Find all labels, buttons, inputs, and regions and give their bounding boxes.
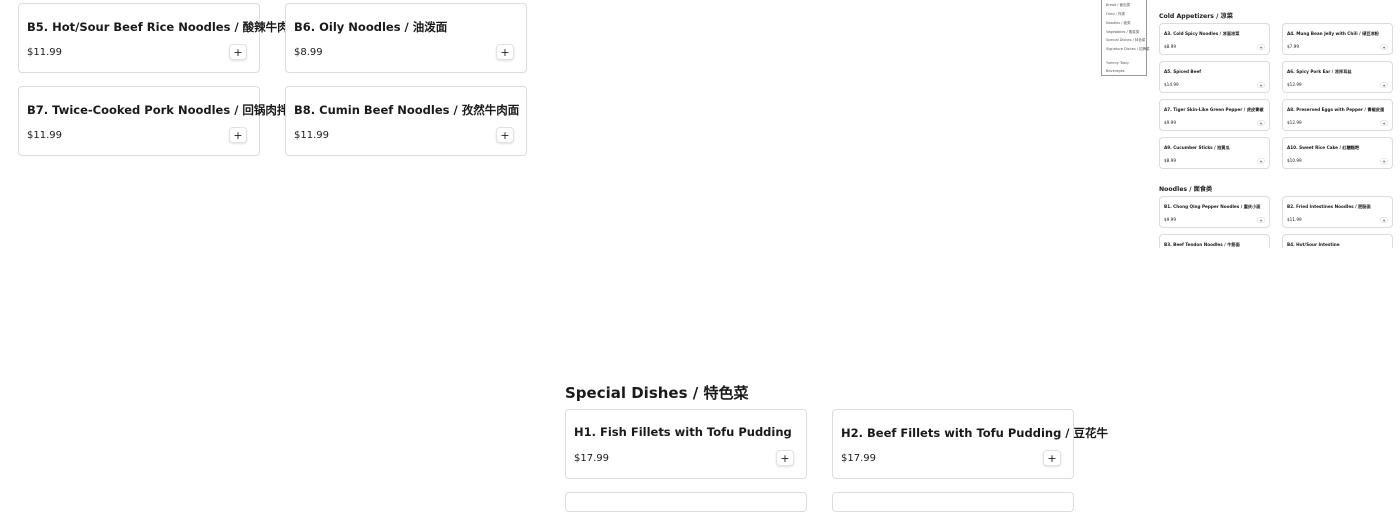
mini-menu-item-card: B3. Beef Tendon Noodles / 牛筋面 [1159,234,1270,248]
mini-menu-item-card: A5. Spiced Beef $14.99 + [1159,61,1270,93]
add-to-cart-button[interactable]: + [1257,217,1265,223]
menu-item-price: $9.99 [1164,120,1176,125]
menu-item-price: $11.99 [1287,217,1302,222]
menu-item-name: B6. Oily Noodles / 油泼面 [294,20,448,34]
menu-item-price: $8.99 [294,47,323,58]
menu-item-price: $14.99 [1164,82,1179,87]
menu-item-card: B8. Cumin Beef Noodles / 孜然牛肉面 $11.99 + [285,86,527,156]
add-to-cart-button[interactable]: + [1257,82,1265,88]
menu-item-name: B5. Hot/Sour Beef Rice Noodles / 酸辣牛肉粉 [27,20,301,34]
menu-item-card: H1. Fish Fillets with Tofu Pudding $17.9… [565,409,807,479]
add-to-cart-button[interactable]: + [229,44,247,60]
add-to-cart-button[interactable]: + [496,127,514,143]
mini-menu-item-card: A7. Tiger Skin-Like Green Pepper / 虎皮青椒 … [1159,99,1270,131]
menu-item-name: B1. Chong Qing Pepper Noodles / 重庆小面 [1164,204,1261,209]
mini-menu-item-card: A6. Spicy Pork Ear / 凉拌耳丝 $12.99 + [1282,61,1393,93]
menu-item-price: $7.99 [1287,44,1299,49]
add-to-cart-button[interactable]: + [1380,158,1388,164]
menu-item-name: B8. Cumin Beef Noodles / 孜然牛肉面 [294,103,520,117]
menu-item-name: A5. Spiced Beef [1164,69,1202,74]
mini-menu-item-card: A9. Cucumber Sticks / 拍黄瓜 $8.99 + [1159,137,1270,169]
menu-item-name: B7. Twice-Cooked Pork Noodles / 回锅肉拌面 [27,103,300,117]
add-to-cart-button[interactable]: + [229,127,247,143]
menu-item-card: B5. Hot/Sour Beef Rice Noodles / 酸辣牛肉粉 $… [18,3,300,73]
menu-item-price: $11.99 [27,47,62,58]
mini-menu-item-card: B1. Chong Qing Pepper Noodles / 重庆小面 $9.… [1159,196,1270,228]
nav-item-noodles[interactable]: Noodles / 面类 [1106,21,1130,26]
nav-item-fried[interactable]: Fried / 炸类 [1106,12,1125,17]
menu-item-price: $8.99 [1164,44,1176,49]
menu-item-price: $11.99 [294,130,329,141]
nav-item-signature-dishes[interactable]: Signature Dishes / 招牌菜 [1106,47,1150,52]
nav-item-vegetables[interactable]: Vegetables / 素菜类 [1106,30,1139,35]
add-to-cart-button[interactable]: + [1043,450,1061,466]
mini-section-title-cold-appetizers: Cold Appetizers / 凉菜 [1159,13,1233,20]
menu-item-name: A8. Preserved Eggs with Pepper / 青椒皮蛋 [1287,107,1385,112]
menu-item-price: $10.99 [1287,158,1302,163]
mini-section-title-noodles: Noodles / 面食类 [1159,186,1213,193]
menu-item-name: A7. Tiger Skin-Like Green Pepper / 虎皮青椒 [1164,107,1264,112]
menu-item-price: $17.99 [841,453,876,464]
add-to-cart-button[interactable]: + [1257,158,1265,164]
category-nav-panel: Bread / 面包类 Fried / 炸类 Noodles / 面类 Vege… [1101,0,1150,76]
add-to-cart-button[interactable]: + [1380,82,1388,88]
nav-item-bread[interactable]: Bread / 面包类 [1106,3,1130,8]
menu-item-name: A3. Cold Spicy Noodles / 凉面凉菜 [1164,31,1240,36]
menu-item-name: A10. Sweet Rice Cake / 红糖糍粑 [1287,145,1360,150]
menu-item-card: B7. Twice-Cooked Pork Noodles / 回锅肉拌面 $1… [18,86,300,156]
nav-item-beverages[interactable]: Beverages [1106,69,1125,73]
add-to-cart-button[interactable]: + [1380,120,1388,126]
mini-menu-item-card: A10. Sweet Rice Cake / 红糖糍粑 $10.99 + [1282,137,1393,169]
menu-item-name: A6. Spicy Pork Ear / 凉拌耳丝 [1287,69,1352,74]
menu-item-price: $9.99 [1164,217,1176,222]
menu-item-card: B6. Oily Noodles / 油泼面 $8.99 + [285,3,527,73]
menu-item-price: $11.99 [27,130,62,141]
menu-item-card: H2. Beef Fillets with Tofu Pudding / 豆花牛… [832,409,1108,479]
section-title-special-dishes: Special Dishes / 特色菜 [565,384,749,402]
mini-menu-item-card: B4. Hot/Sour Intestine [1282,234,1393,248]
menu-item-name: H2. Beef Fillets with Tofu Pudding / 豆花牛 [841,426,1109,440]
menu-item-card-partial [565,492,807,512]
menu-item-name: H1. Fish Fillets with Tofu Pudding [574,425,792,439]
menu-item-name: B4. Hot/Sour Intestine [1287,242,1340,247]
mini-menu-item-card: A8. Preserved Eggs with Pepper / 青椒皮蛋 $1… [1282,99,1393,131]
mini-menu-item-card: A4. Mung Bean Jelly with Chili / 绿豆凉粉 $7… [1282,23,1393,55]
menu-item-price: $8.99 [1164,158,1176,163]
menu-item-card-partial [832,492,1074,512]
menu-item-name: A4. Mung Bean Jelly with Chili / 绿豆凉粉 [1287,31,1379,36]
nav-item-yummy-tasty[interactable]: Yummy Tasty [1106,61,1129,65]
add-to-cart-button[interactable]: + [1257,44,1265,50]
menu-item-price: $12.99 [1287,120,1302,125]
menu-item-name: B3. Beef Tendon Noodles / 牛筋面 [1164,242,1240,247]
add-to-cart-button[interactable]: + [1380,217,1388,223]
add-to-cart-button[interactable]: + [496,44,514,60]
mini-menu-item-card: B2. Fried Intestines Noodles / 肥肠面 $11.9… [1282,196,1393,228]
add-to-cart-button[interactable]: + [776,450,794,466]
menu-item-name: A9. Cucumber Sticks / 拍黄瓜 [1164,145,1230,150]
add-to-cart-button[interactable]: + [1380,44,1388,50]
menu-item-name: B2. Fried Intestines Noodles / 肥肠面 [1287,204,1371,209]
menu-item-price: $12.99 [1287,82,1302,87]
nav-item-special-dishes[interactable]: Special Dishes / 特色菜 [1106,38,1145,43]
mini-menu-item-card: A3. Cold Spicy Noodles / 凉面凉菜 $8.99 + [1159,23,1270,55]
add-to-cart-button[interactable]: + [1257,120,1265,126]
menu-item-price: $17.99 [574,453,609,464]
